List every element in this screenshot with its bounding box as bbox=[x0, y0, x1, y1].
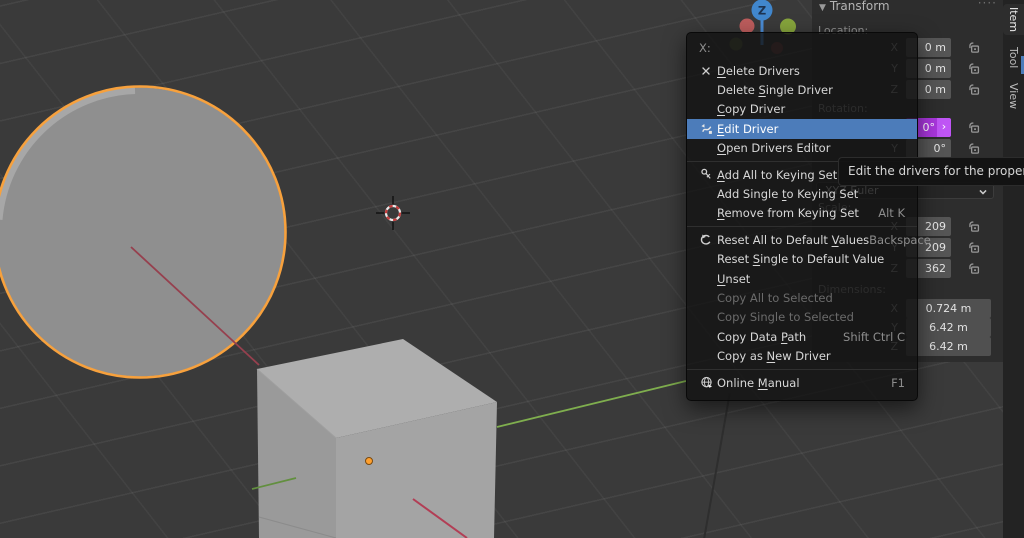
menu-item-remove-from-keying-set[interactable]: Remove from Keying Set Alt K bbox=[687, 204, 917, 223]
menu-separator bbox=[687, 369, 917, 370]
menu-item-online-manual[interactable]: Online Manual F1 bbox=[687, 373, 917, 392]
x-icon bbox=[695, 65, 717, 77]
menu-item-shortcut: Alt K bbox=[878, 206, 905, 220]
menu-item-label: Copy as New Driver bbox=[717, 349, 831, 363]
menu-item-reset-single-to-default-value[interactable]: Reset Single to Default Value bbox=[687, 250, 917, 269]
menu-separator bbox=[687, 226, 917, 227]
context-menu-header: X: bbox=[687, 38, 917, 61]
menu-item-unset[interactable]: Unset bbox=[687, 269, 917, 288]
key-icon bbox=[695, 168, 717, 181]
menu-item-shortcut: Shift Ctrl C bbox=[843, 330, 905, 344]
panel-title: Transform bbox=[830, 0, 890, 13]
3d-cursor bbox=[376, 196, 410, 230]
sphere-object[interactable] bbox=[0, 87, 286, 378]
blender-3d-viewport-screen: Z ▼Transform ···· Location:X0 mY0 mZ0 mR… bbox=[0, 0, 1024, 538]
tooltip: Edit the drivers for the property con bbox=[838, 157, 1024, 186]
undo-icon bbox=[695, 233, 717, 246]
menu-item-label: Copy All to Selected bbox=[717, 291, 833, 305]
lock-open-icon[interactable] bbox=[966, 240, 982, 256]
menu-item-label: Copy Single to Selected bbox=[717, 310, 854, 324]
lock-open-icon[interactable] bbox=[966, 141, 982, 157]
driver-expand-icon[interactable]: › bbox=[937, 118, 951, 137]
panel-grip-icon[interactable]: ···· bbox=[978, 0, 997, 10]
menu-item-add-single-to-keying-set[interactable]: Add Single to Keying Set bbox=[687, 184, 917, 203]
lock-open-icon[interactable] bbox=[966, 261, 982, 277]
menu-item-label: Remove from Keying Set bbox=[717, 206, 859, 220]
menu-item-label: Edit Driver bbox=[717, 122, 778, 136]
field-dimensions-x[interactable]: 0.724 m bbox=[906, 299, 991, 318]
tab-view[interactable]: View bbox=[1003, 79, 1024, 113]
y-axis-line-right bbox=[497, 381, 686, 427]
menu-item-label: Open Drivers Editor bbox=[717, 141, 830, 155]
lock-open-icon[interactable] bbox=[966, 61, 982, 77]
menu-item-label: Delete Drivers bbox=[717, 64, 800, 78]
menu-item-delete-drivers[interactable]: Delete Drivers bbox=[687, 61, 917, 80]
menu-item-copy-single-to-selected: Copy Single to Selected bbox=[687, 308, 917, 327]
driver-icon bbox=[695, 122, 717, 135]
gizmo-z-label: Z bbox=[758, 4, 766, 18]
transform-panel-header[interactable]: ▼ Transform bbox=[812, 0, 1003, 15]
menu-item-label: Reset Single to Default Value bbox=[717, 252, 884, 266]
lock-open-icon[interactable] bbox=[966, 219, 982, 235]
sidebar-tab-strip: ItemToolView bbox=[1003, 0, 1024, 538]
lock-open-icon[interactable] bbox=[966, 120, 982, 136]
menu-item-label: Add Single to Keying Set bbox=[717, 187, 858, 201]
menu-item-label: Delete Single Driver bbox=[717, 83, 833, 97]
menu-item-label: Reset All to Default Values bbox=[717, 233, 869, 247]
lock-open-icon[interactable] bbox=[966, 82, 982, 98]
globe-icon bbox=[695, 376, 717, 389]
menu-item-edit-driver[interactable]: Edit Driver bbox=[687, 119, 917, 138]
menu-item-copy-data-path[interactable]: Copy Data Path Shift Ctrl C bbox=[687, 327, 917, 346]
menu-item-label: Unset bbox=[717, 272, 750, 286]
tooltip-text: Edit the drivers for the property con bbox=[848, 164, 1024, 178]
menu-item-shortcut: F1 bbox=[891, 376, 905, 390]
menu-item-label: Copy Driver bbox=[717, 102, 785, 116]
tab-item[interactable]: Item bbox=[1003, 4, 1024, 35]
context-menu: X: Delete Drivers Delete Single Driver Cop… bbox=[686, 32, 918, 401]
object-origin-dot bbox=[366, 458, 373, 465]
field-dimensions-y[interactable]: 6.42 m bbox=[906, 318, 991, 337]
menu-item-label: Online Manual bbox=[717, 376, 800, 390]
menu-item-copy-all-to-selected: Copy All to Selected bbox=[687, 288, 917, 307]
menu-item-reset-all-to-default-values[interactable]: Reset All to Default ValuesBackspace bbox=[687, 230, 917, 249]
lock-open-icon[interactable] bbox=[966, 40, 982, 56]
menu-item-delete-single-driver[interactable]: Delete Single Driver bbox=[687, 80, 917, 99]
menu-item-copy-driver[interactable]: Copy Driver bbox=[687, 100, 917, 119]
menu-item-label: Add All to Keying Set bbox=[717, 168, 837, 182]
chevron-down-icon bbox=[978, 188, 988, 196]
menu-item-open-drivers-editor[interactable]: Open Drivers Editor bbox=[687, 139, 917, 158]
collapse-triangle-icon: ▼ bbox=[819, 0, 826, 17]
cube-object[interactable] bbox=[257, 339, 497, 538]
menu-item-copy-as-new-driver[interactable]: Copy as New Driver bbox=[687, 346, 917, 365]
field-dimensions-z[interactable]: 6.42 m bbox=[906, 337, 991, 356]
menu-item-label: Copy Data Path bbox=[717, 330, 806, 344]
menu-item-shortcut: Backspace bbox=[869, 233, 931, 247]
